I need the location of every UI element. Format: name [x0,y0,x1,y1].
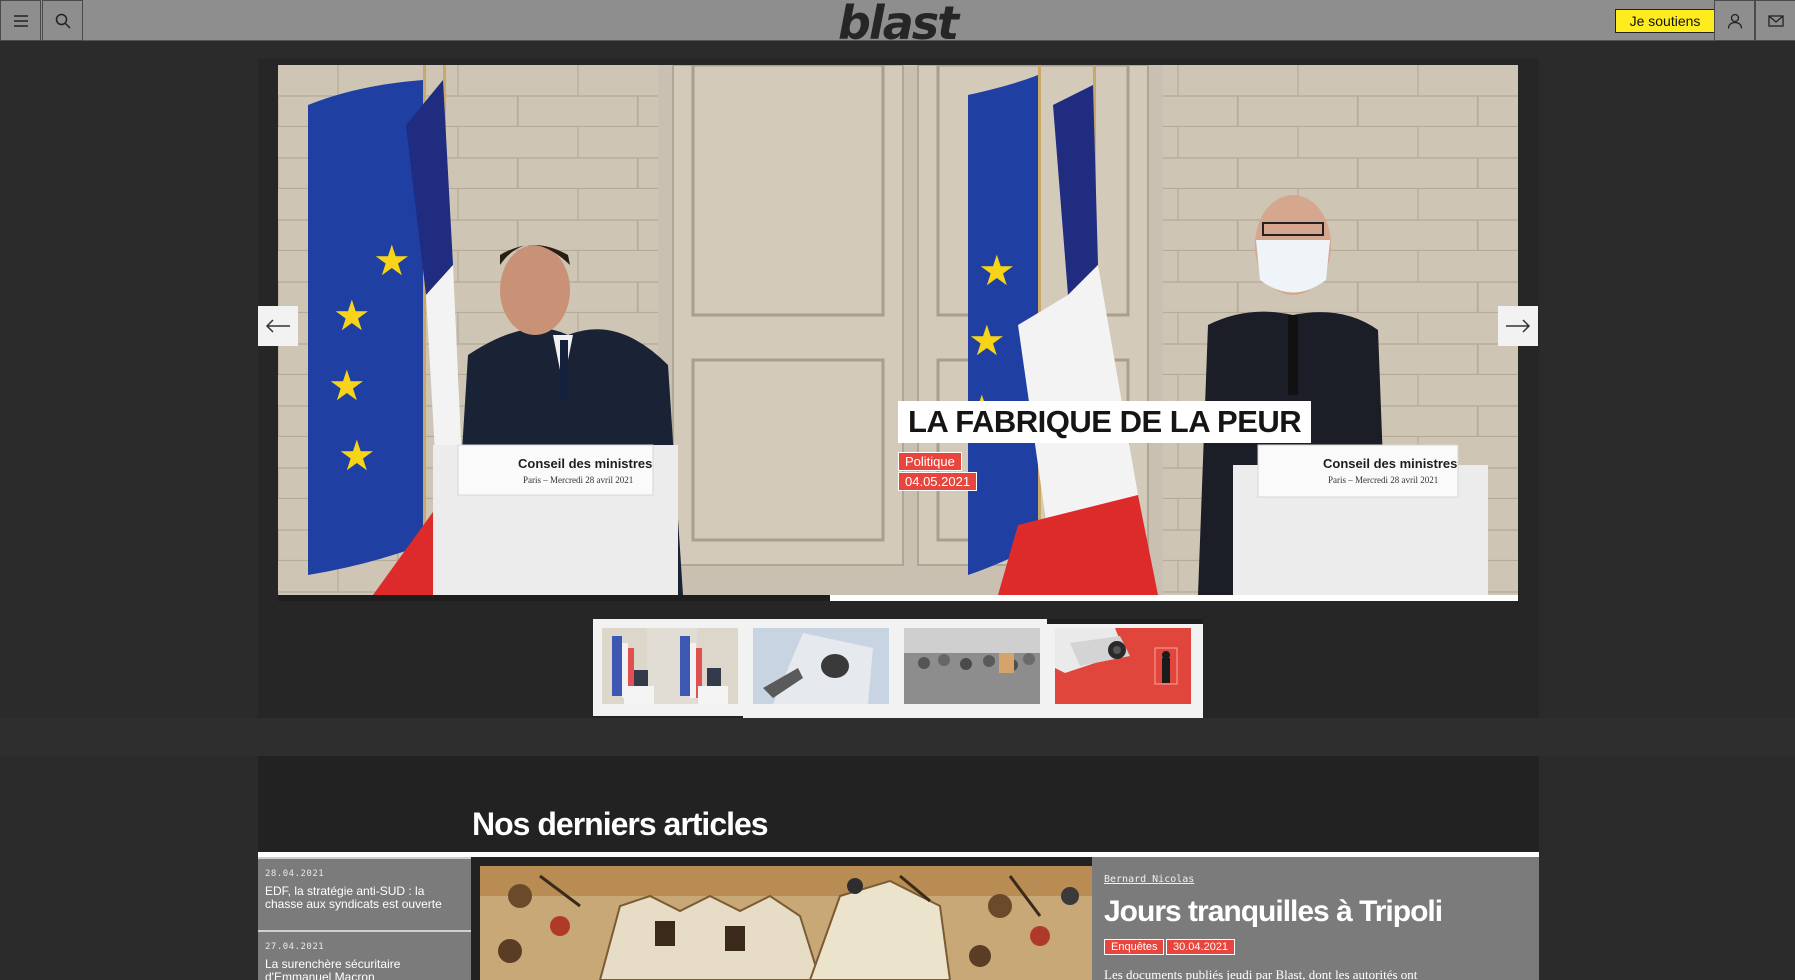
list-item[interactable]: 27.04.2021 La surenchère sécuritaire d'E… [258,930,471,980]
article-author[interactable]: Bernard Nicolas [1104,874,1194,885]
hero-carousel: ★ ★ ★ ★ ★ ★ ★ Cons [258,59,1539,719]
svg-text:★: ★ [338,431,376,480]
article-date-tag: 30.04.2021 [1166,939,1236,955]
hero-title[interactable]: LA FABRIQUE DE LA PEUR [898,401,1312,443]
svg-text:★: ★ [333,291,371,340]
site-logo[interactable]: blast [838,0,959,50]
podium-left-label: Conseil des ministres [518,456,652,471]
hero-date-tag: 04.05.2021 [898,472,978,491]
podium-right-label: Conseil des ministres [1323,456,1457,471]
podium-right-sublabel: Paris – Mercredi 28 avril 2021 [1328,475,1438,485]
arrow-right-icon [1506,319,1531,333]
arrow-left-icon [265,319,290,333]
thumbnail-strip [593,619,1203,719]
support-button[interactable]: Je soutiens [1615,9,1715,33]
slide-progress-fill [278,595,830,601]
hero-category-tag[interactable]: Politique [898,452,962,471]
featured-article-image[interactable] [480,866,1092,980]
search-button[interactable] [42,0,83,41]
previous-slide-button[interactable] [258,306,298,346]
section-title: Nos derniers articles [472,806,769,842]
account-button[interactable] [1714,0,1755,41]
svg-text:★: ★ [978,246,1016,295]
article-side-list: 28.04.2021 EDF, la stratégie anti-SUD : … [258,857,471,980]
article-date: 28.04.2021 [265,869,325,879]
svg-text:★: ★ [373,236,411,285]
search-icon [55,13,71,29]
article-title[interactable]: EDF, la stratégie anti-SUD : la chasse a… [265,885,464,911]
svg-text:★: ★ [968,316,1006,365]
section-divider [0,718,1795,756]
mail-icon [1767,14,1784,27]
thumbnail-top-indicator [1047,619,1203,624]
top-navigation-bar: blast Je soutiens [0,0,1795,50]
article-date: 27.04.2021 [265,942,325,952]
svg-text:★: ★ [328,361,366,410]
next-slide-button[interactable] [1498,306,1538,346]
newsletter-button[interactable] [1755,0,1795,41]
menu-button[interactable] [0,0,41,41]
article-title[interactable]: La surenchère sécuritaire d'Emmanuel Mac… [265,958,464,980]
podium-left-sublabel: Paris – Mercredi 28 avril 2021 [523,475,633,485]
featured-article-title[interactable]: Jours tranquilles à Tripoli [1104,895,1443,929]
article-lede: Les documents publiés jeudi par Blast, d… [1104,967,1418,980]
thumb-crowd[interactable] [904,628,1040,704]
thumb-corsica-flag[interactable] [753,628,889,704]
hamburger-icon [13,14,28,27]
list-item[interactable]: 28.04.2021 EDF, la stratégie anti-SUD : … [258,857,471,930]
slide-progress-bar [278,595,1518,601]
latest-articles-section: Nos derniers articles 28.04.2021 EDF, la… [258,756,1539,980]
article-category-tag[interactable]: Enquêtes [1104,939,1165,955]
thumb-surveillance-camera[interactable] [1055,628,1191,704]
user-icon [1727,13,1742,29]
hero-image[interactable]: ★ ★ ★ ★ ★ ★ ★ Cons [278,65,1518,595]
featured-article-card[interactable]: Bernard Nicolas Jours tranquilles à Trip… [1092,857,1539,980]
thumb-press-conference[interactable] [602,628,738,704]
